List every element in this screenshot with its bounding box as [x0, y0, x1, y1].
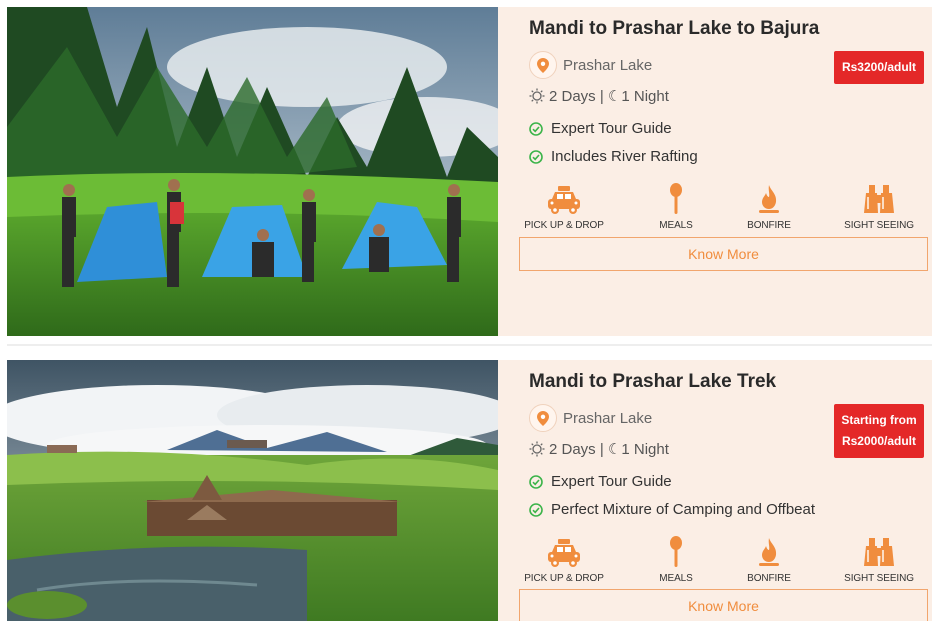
- package-photo-camping[interactable]: [7, 7, 498, 336]
- amenities-row: PICK UP & DROP MEALS BONFIRE SIGHT SEEIN…: [519, 183, 932, 231]
- package-info: Mandi to Prashar Lake Trek Prashar Lake …: [519, 360, 932, 621]
- feature-text: Expert Tour Guide: [551, 120, 672, 137]
- check-circle-icon: [529, 474, 543, 489]
- amenity-label: SIGHT SEEING: [844, 220, 914, 231]
- fire-icon: [759, 538, 779, 566]
- spoon-icon: [670, 536, 682, 567]
- binoculars-icon: [864, 185, 894, 213]
- package-card-1: Mandi to Prashar Lake to Bajura Prashar …: [7, 7, 932, 336]
- price-text: Rs2000/adult: [841, 434, 917, 448]
- amenity-meals: MEALS: [631, 536, 721, 584]
- price-prefix: Starting from: [841, 413, 917, 427]
- amenity-sight-seeing: SIGHT SEEING: [834, 536, 924, 584]
- check-circle-icon: [529, 502, 543, 517]
- know-more-button[interactable]: Know More: [519, 237, 928, 271]
- taxi-icon: [548, 186, 580, 214]
- check-circle-icon: [529, 121, 543, 136]
- binoculars-icon: [864, 538, 894, 566]
- amenity-label: BONFIRE: [747, 220, 791, 231]
- amenities-row: PICK UP & DROP MEALS BONFIRE SIGHT SEEIN…: [519, 536, 932, 584]
- location-text: Prashar Lake: [563, 409, 653, 427]
- amenity-label: MEALS: [659, 573, 693, 584]
- amenity-label: MEALS: [659, 220, 693, 231]
- duration-text: 2 Days | ☾1 Night: [549, 441, 669, 458]
- location-text: Prashar Lake: [563, 56, 653, 74]
- amenity-label: SIGHT SEEING: [844, 573, 914, 584]
- feature-text: Perfect Mixture of Camping and Offbeat: [551, 501, 816, 518]
- amenity-label: BONFIRE: [747, 573, 791, 584]
- price-text: Rs3200/adult: [841, 60, 917, 74]
- feature-item: Includes River Rafting: [529, 148, 698, 165]
- duration-row: 2 Days | ☾1 Night: [529, 87, 669, 105]
- amenity-pickup-drop: PICK UP & DROP: [519, 183, 609, 231]
- feature-item: Perfect Mixture of Camping and Offbeat: [529, 501, 815, 518]
- card-divider: [7, 344, 932, 346]
- check-circle-icon: [529, 149, 543, 164]
- amenity-label: PICK UP & DROP: [524, 220, 604, 231]
- taxi-icon: [548, 539, 580, 567]
- sun-icon: [529, 88, 545, 104]
- amenity-bonfire: BONFIRE: [724, 183, 814, 231]
- amenity-label: PICK UP & DROP: [524, 573, 604, 584]
- package-photo-prashar-lake[interactable]: [7, 360, 498, 621]
- amenity-bonfire: BONFIRE: [724, 536, 814, 584]
- location-row: Prashar Lake: [529, 50, 652, 80]
- amenity-sight-seeing: SIGHT SEEING: [834, 183, 924, 231]
- feature-item: Expert Tour Guide: [529, 473, 672, 490]
- package-title[interactable]: Mandi to Prashar Lake Trek: [529, 371, 776, 393]
- prashar-lake-photo: [7, 360, 498, 621]
- package-title[interactable]: Mandi to Prashar Lake to Bajura: [529, 18, 819, 40]
- amenity-meals: MEALS: [631, 183, 721, 231]
- feature-text: Includes River Rafting: [551, 148, 698, 165]
- spoon-icon: [670, 183, 682, 214]
- price-badge: Rs3200/adult: [834, 51, 924, 84]
- price-badge: Starting from Rs2000/adult: [834, 404, 924, 458]
- duration-text: 2 Days | ☾1 Night: [549, 88, 669, 105]
- map-pin-icon: [529, 404, 557, 432]
- duration-row: 2 Days | ☾1 Night: [529, 440, 669, 458]
- know-more-button[interactable]: Know More: [519, 589, 928, 621]
- package-info: Mandi to Prashar Lake to Bajura Prashar …: [519, 7, 932, 336]
- feature-text: Expert Tour Guide: [551, 473, 672, 490]
- fire-icon: [759, 185, 779, 213]
- sun-icon: [529, 441, 545, 457]
- location-row: Prashar Lake: [529, 403, 652, 433]
- amenity-pickup-drop: PICK UP & DROP: [519, 536, 609, 584]
- feature-item: Expert Tour Guide: [529, 120, 672, 137]
- camping-photo: [7, 7, 498, 336]
- package-card-2: Mandi to Prashar Lake Trek Prashar Lake …: [7, 360, 932, 621]
- map-pin-icon: [529, 51, 557, 79]
